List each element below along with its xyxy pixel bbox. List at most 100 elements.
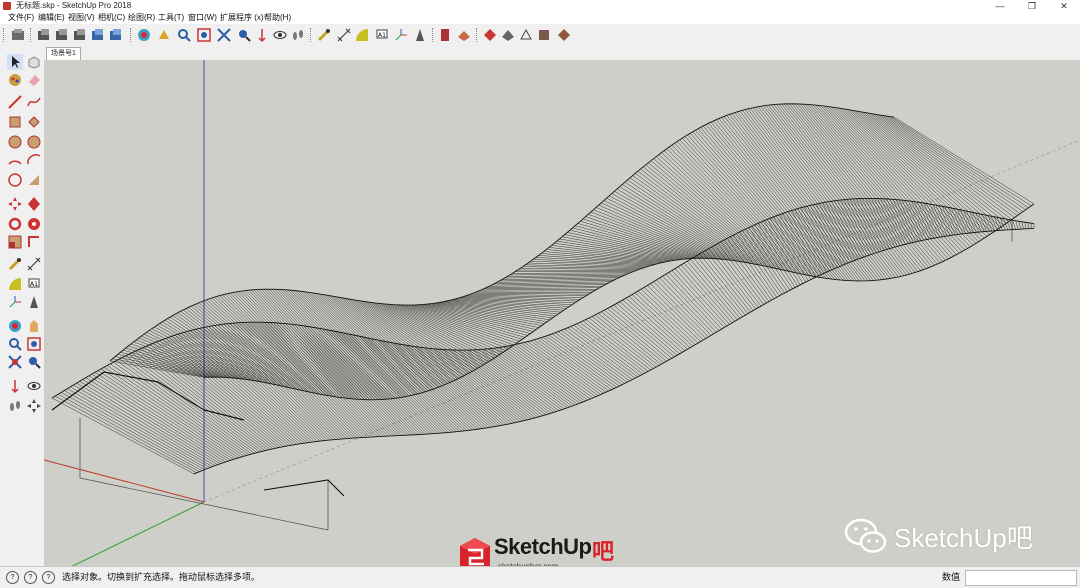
dimension-icon[interactable]: [336, 27, 352, 43]
menu-edit[interactable]: 编辑(E): [38, 12, 65, 24]
wave-roof-model[interactable]: [44, 60, 1080, 566]
walk-icon[interactable]: [7, 398, 23, 414]
protractor-icon[interactable]: [354, 27, 370, 43]
toolbar-grip[interactable]: [310, 28, 313, 42]
svg-text:A1: A1: [378, 32, 386, 39]
select-icon[interactable]: [7, 54, 23, 70]
orbit-icon[interactable]: [7, 318, 23, 334]
zoom-icon[interactable]: [7, 336, 23, 352]
watermark-text: SketchUp吧: [894, 518, 1033, 555]
pan-icon[interactable]: [136, 27, 152, 43]
status-message: 选择对象。切换到扩充选择。拖动鼠标选择多项。: [62, 567, 260, 588]
toolbar-grip[interactable]: [3, 28, 6, 42]
shadow-icon[interactable]: [556, 27, 572, 43]
footprints-icon[interactable]: [290, 27, 306, 43]
eraser-icon[interactable]: [26, 72, 42, 88]
freehand-icon[interactable]: [26, 94, 42, 110]
line-icon[interactable]: [7, 94, 23, 110]
look-around-icon[interactable]: [272, 27, 288, 43]
menu-help[interactable]: 帮助(H): [264, 12, 291, 24]
component-icon[interactable]: [36, 27, 52, 43]
zoom-window-icon[interactable]: [26, 336, 42, 352]
scale-icon[interactable]: [7, 234, 23, 250]
position-camera-icon[interactable]: [7, 378, 23, 394]
position-camera-icon[interactable]: [236, 27, 252, 43]
zoom-extents-icon[interactable]: [196, 27, 212, 43]
zoom-extents-icon[interactable]: [7, 354, 23, 370]
zoom-icon[interactable]: [156, 27, 172, 43]
help-icon[interactable]: ?: [42, 571, 55, 584]
protractor-icon[interactable]: [7, 276, 23, 292]
text-icon[interactable]: A1: [26, 276, 42, 292]
menu-window[interactable]: 窗口(W): [188, 12, 217, 24]
sandbox-icon[interactable]: [456, 27, 472, 43]
pie-icon[interactable]: [26, 152, 42, 168]
pan-icon[interactable]: [26, 318, 42, 334]
menu-tools[interactable]: 工具(T): [158, 12, 184, 24]
orbit-icon[interactable]: [108, 27, 124, 43]
3d-text-icon[interactable]: [26, 294, 42, 310]
zoom-window-icon[interactable]: [176, 27, 192, 43]
offset-icon[interactable]: [26, 234, 42, 250]
close-button[interactable]: ✕: [1048, 0, 1080, 12]
select-icon[interactable]: [10, 27, 26, 43]
three-point-arc-icon[interactable]: [7, 172, 23, 188]
menu-file[interactable]: 文件(F): [8, 12, 34, 24]
logo-suffix: 吧: [592, 534, 614, 566]
toolbar-grip[interactable]: [130, 28, 133, 42]
rotate-icon[interactable]: [7, 216, 23, 232]
front-wave-strip: [52, 198, 1034, 474]
menu-extensions[interactable]: 扩展程序 (x): [220, 12, 264, 24]
layout-icon[interactable]: [518, 27, 534, 43]
tape-measure-icon[interactable]: [316, 27, 332, 43]
menu-camera[interactable]: 相机(C): [98, 12, 125, 24]
text-icon[interactable]: A1: [374, 27, 390, 43]
rotated-rect-icon[interactable]: [26, 114, 42, 130]
tape-icon[interactable]: [90, 27, 106, 43]
modeling-viewport[interactable]: [44, 60, 1080, 566]
section-plane-icon[interactable]: [438, 27, 454, 43]
window-title: 无标题.skp - SketchUp Pro 2018: [16, 0, 131, 12]
pie-slice-icon[interactable]: [26, 172, 42, 188]
eraser-icon[interactable]: [72, 27, 88, 43]
rectangle-icon[interactable]: [7, 114, 23, 130]
large-tool-set: A1: [0, 46, 44, 566]
geo-location-icon[interactable]: ?: [6, 571, 19, 584]
menu-draw[interactable]: 绘图(R): [128, 12, 155, 24]
toolbar-grip[interactable]: [30, 28, 33, 42]
section-plane-icon[interactable]: [26, 398, 42, 414]
status-bar: ? ? ? 选择对象。切换到扩充选择。拖动鼠标选择多项。 数值: [0, 566, 1080, 588]
move-icon[interactable]: [7, 196, 23, 212]
push-pull-icon[interactable]: [26, 196, 42, 212]
measurements-input[interactable]: [965, 570, 1077, 586]
toolbar-grip[interactable]: [432, 28, 435, 42]
main-toolbar: A1: [0, 24, 1080, 47]
axes-icon[interactable]: [393, 27, 409, 43]
dimension-icon[interactable]: [26, 256, 42, 272]
tape-icon[interactable]: [7, 256, 23, 272]
title-bar: 无标题.skp - SketchUp Pro 2018 — ❐ ✕: [0, 0, 1080, 12]
warehouse-icon[interactable]: [482, 27, 498, 43]
3d-text-icon[interactable]: [412, 27, 428, 43]
polygon-icon[interactable]: [26, 134, 42, 150]
maximize-button[interactable]: ❐: [1016, 0, 1048, 12]
follow-me-icon[interactable]: [26, 216, 42, 232]
arc-icon[interactable]: [7, 152, 23, 168]
component-icon[interactable]: [26, 54, 42, 70]
circle-icon[interactable]: [7, 134, 23, 150]
extension-icon[interactable]: [500, 27, 516, 43]
svg-text:A1: A1: [30, 281, 38, 288]
look-around-icon[interactable]: [26, 378, 42, 394]
previous-icon[interactable]: [216, 27, 232, 43]
style-icon[interactable]: [536, 27, 552, 43]
toolbar-grip[interactable]: [476, 28, 479, 42]
paint-icon[interactable]: [54, 27, 70, 43]
axes-icon[interactable]: [7, 294, 23, 310]
scene-tab[interactable]: 场景号1: [46, 47, 81, 60]
minimize-button[interactable]: —: [984, 0, 1016, 12]
credits-icon[interactable]: ?: [24, 571, 37, 584]
menu-view[interactable]: 视图(V): [68, 12, 95, 24]
previous-view-icon[interactable]: [26, 354, 42, 370]
walk-icon[interactable]: [254, 27, 270, 43]
paint-icon[interactable]: [7, 72, 23, 88]
